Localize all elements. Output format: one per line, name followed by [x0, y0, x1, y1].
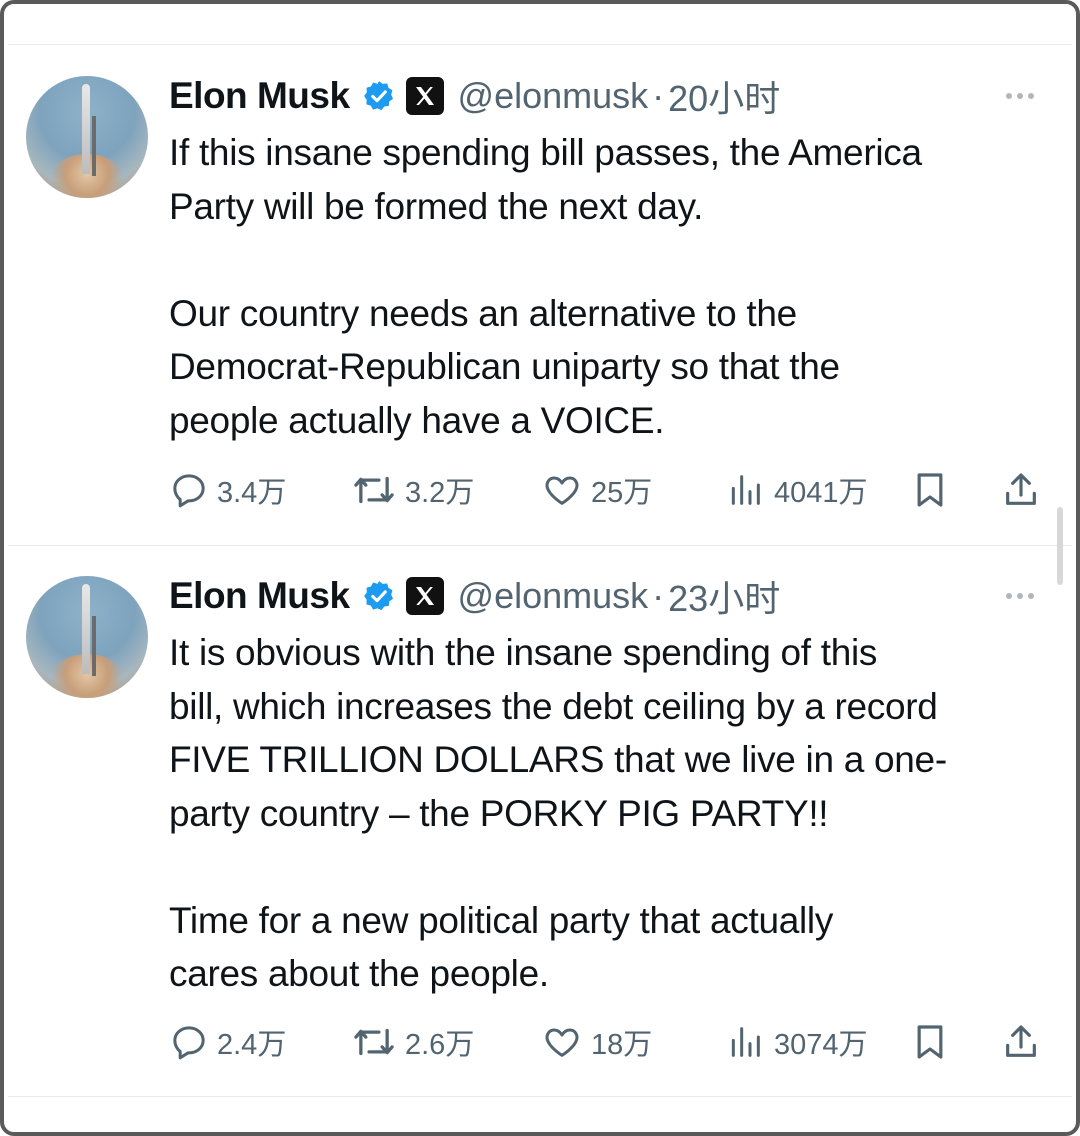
scrollbar-thumb[interactable]: [1057, 507, 1063, 585]
like-button[interactable]: 25万: [541, 470, 652, 510]
bottom-divider: [8, 1096, 1072, 1097]
repost-button[interactable]: 3.2万: [351, 470, 474, 510]
repost-icon: [354, 1028, 394, 1056]
share-button[interactable]: [1000, 470, 1042, 510]
heart-icon: [545, 1028, 579, 1057]
tweet-divider: [8, 545, 1072, 546]
tweet-text: If this insane spending bill passes, the…: [169, 132, 922, 441]
x-logo-icon: [405, 77, 444, 115]
tweet-header: Elon Musk @elonmusk · 23小时: [169, 575, 780, 619]
author-handle[interactable]: @elonmusk: [458, 75, 649, 117]
views-count: 3074万: [774, 1029, 868, 1061]
x-logo-icon: [405, 577, 444, 615]
tweet-actions: 2.4万 2.6万 18万 3074万: [4, 1022, 1076, 1062]
reply-count: 2.4万: [217, 1029, 287, 1061]
views-button[interactable]: 3074万: [724, 1022, 868, 1062]
repost-icon: [354, 476, 394, 504]
screenshot-frame: Elon Musk @elonmusk · 20小时 If this insan…: [0, 0, 1080, 1136]
author-handle[interactable]: @elonmusk: [458, 575, 649, 617]
heart-icon: [545, 476, 579, 505]
author-name[interactable]: Elon Musk: [169, 575, 350, 617]
views-icon: [731, 475, 760, 505]
reply-count: 3.4万: [217, 477, 287, 509]
repost-count: 2.6万: [405, 1029, 475, 1061]
views-button[interactable]: 4041万: [724, 470, 868, 510]
separator-dot: ·: [652, 575, 665, 616]
timestamp[interactable]: 20小时: [668, 70, 780, 122]
share-icon: [1006, 1025, 1036, 1057]
repost-button[interactable]: 2.6万: [351, 1022, 474, 1062]
reply-button[interactable]: 2.4万: [169, 1022, 286, 1062]
author-name[interactable]: Elon Musk: [169, 75, 350, 117]
avatar[interactable]: [26, 76, 148, 198]
share-icon: [1006, 473, 1036, 505]
bookmark-icon: [917, 473, 943, 507]
reply-button[interactable]: 3.4万: [169, 470, 286, 510]
repost-count: 3.2万: [405, 477, 475, 509]
share-button[interactable]: [1000, 1022, 1042, 1062]
tweet-1[interactable]: Elon Musk @elonmusk · 20小时 If this insan…: [4, 75, 1076, 536]
tweet-text: It is obvious with the insane spending o…: [169, 632, 947, 994]
separator-dot: ·: [652, 75, 665, 116]
like-count: 18万: [591, 1029, 653, 1061]
bookmark-button[interactable]: [910, 470, 950, 510]
tweet-2[interactable]: Elon Musk @elonmusk · 23小时 It is obvious…: [4, 575, 1076, 1086]
timestamp[interactable]: 23小时: [668, 570, 780, 622]
top-divider: [8, 44, 1072, 45]
bookmark-icon: [917, 1025, 943, 1059]
verified-badge-icon: [362, 79, 396, 113]
tweet-header: Elon Musk @elonmusk · 20小时: [169, 75, 780, 119]
more-options-icon[interactable]: [1006, 576, 1034, 616]
verified-badge-icon: [362, 579, 396, 613]
like-count: 25万: [591, 477, 653, 509]
tweet-actions: 3.4万 3.2万 25万 4041万: [4, 470, 1076, 510]
bookmark-button[interactable]: [910, 1022, 950, 1062]
avatar[interactable]: [26, 576, 148, 698]
views-icon: [731, 1027, 760, 1057]
like-button[interactable]: 18万: [541, 1022, 652, 1062]
reply-icon: [173, 474, 205, 508]
more-options-icon[interactable]: [1006, 76, 1034, 116]
reply-icon: [173, 1026, 205, 1060]
views-count: 4041万: [774, 477, 868, 509]
